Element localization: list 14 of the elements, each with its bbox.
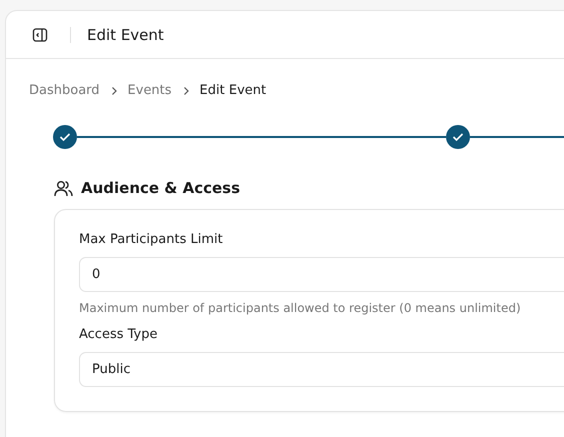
breadcrumb-link[interactable]: Edit Event (200, 83, 266, 98)
breadcrumb-link[interactable]: Dashboard (29, 83, 100, 98)
page-title: Edit Event (87, 26, 164, 44)
input-field[interactable]: 0 (79, 257, 564, 292)
breadcrumb-link[interactable]: Events (128, 83, 172, 98)
users-icon (54, 180, 73, 196)
input-field[interactable]: Public (79, 352, 564, 387)
field-label: Max Participants Limit (79, 232, 224, 247)
section-title: Audience & Access (81, 179, 240, 197)
help-text: Maximum number of participants allowed to register (0 means unlimited) (79, 301, 522, 315)
chevron-right-icon (182, 86, 190, 96)
sidebar-toggle-icon[interactable] (32, 26, 48, 42)
field-label: Access Type (79, 327, 158, 342)
chevron-right-icon (110, 86, 118, 96)
